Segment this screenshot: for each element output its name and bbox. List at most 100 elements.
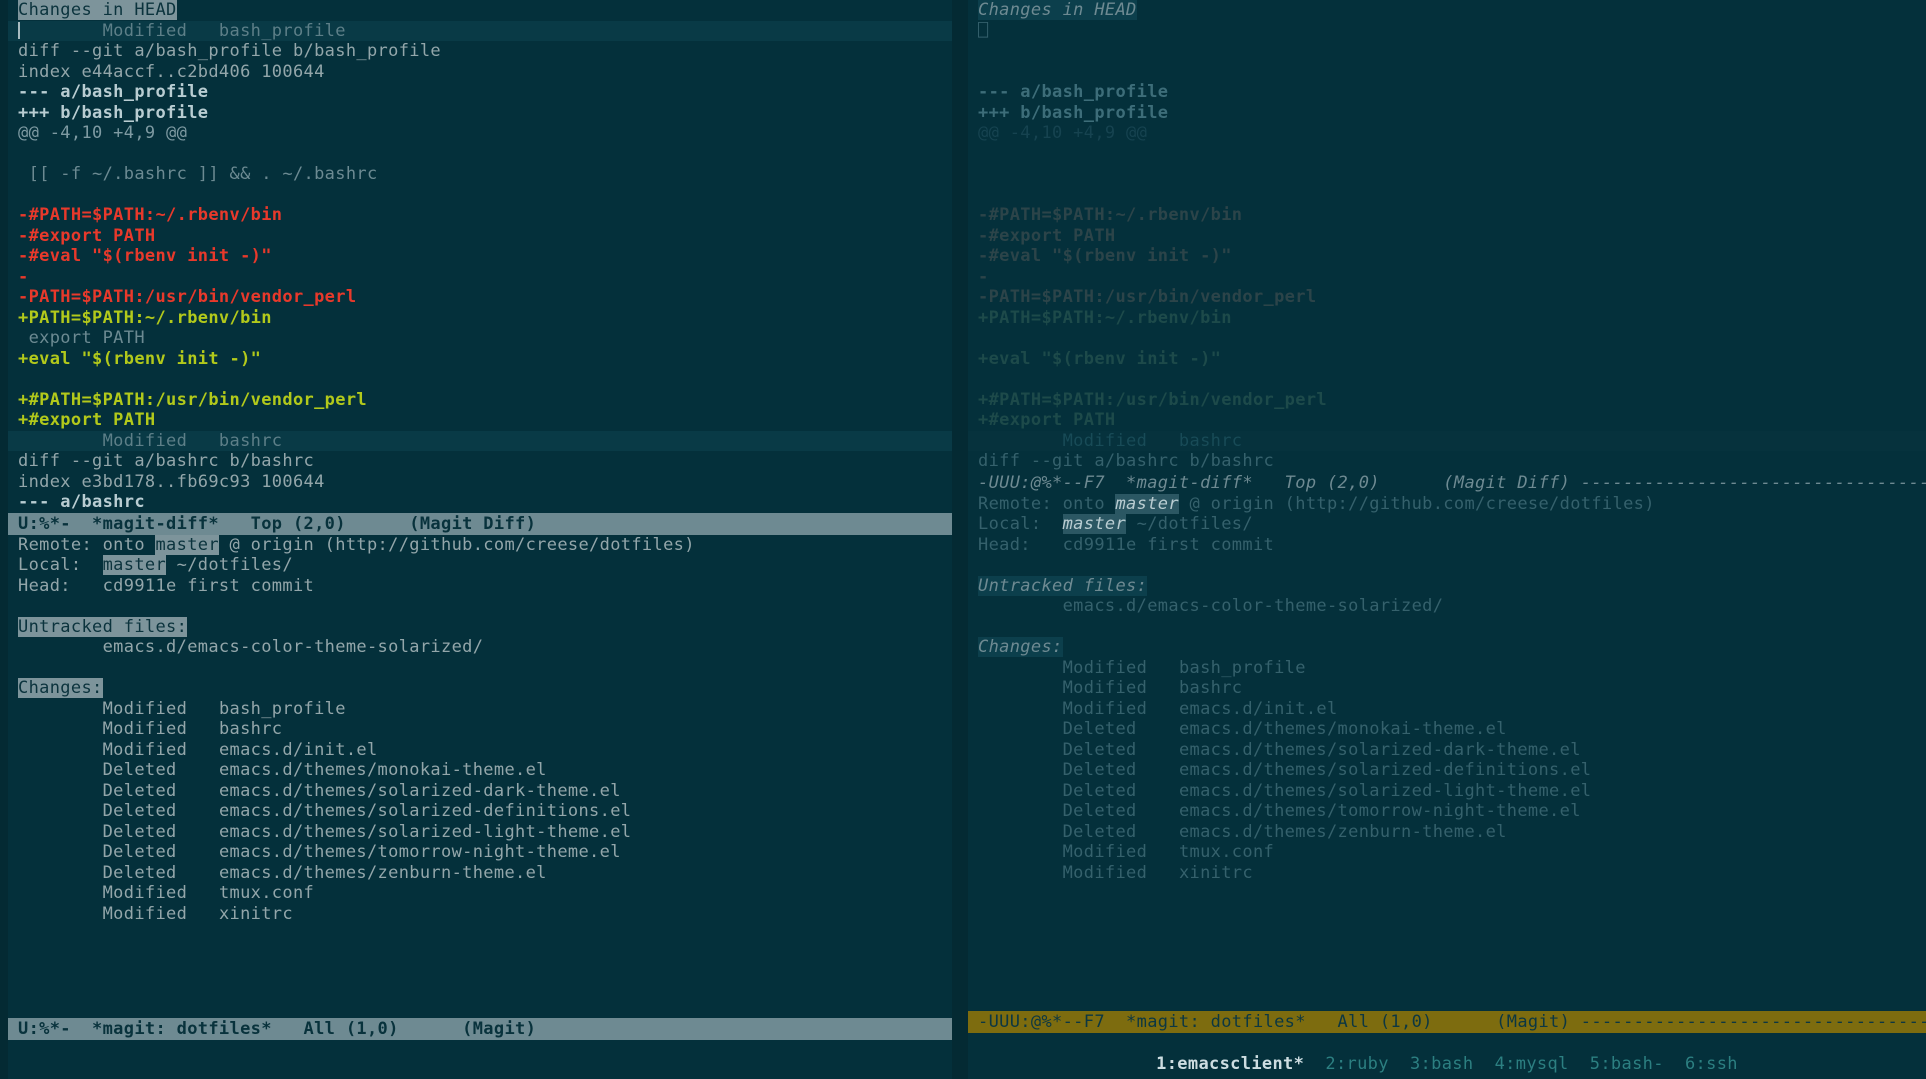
untracked-header-right: Untracked files: xyxy=(968,575,1926,597)
line-text: -#PATH=$PATH:~/.rbenv/bin xyxy=(18,205,283,225)
change-row[interactable]: Modified tmux.conf xyxy=(968,842,1926,863)
change-row[interactable]: Deleted emacs.d/themes/solarized-definit… xyxy=(968,760,1926,781)
modeline-magit-status-left[interactable]: U:%*- *magit: dotfiles* All (1,0) (Magit… xyxy=(8,1018,952,1040)
untracked-file-path: emacs.d/emacs-color-theme-solarized/ xyxy=(18,637,484,657)
diff-section-header: Modified bash_profile xyxy=(8,20,952,41)
change-row[interactable]: Modified emacs.d/init.el xyxy=(8,740,952,761)
untracked-files-left: emacs.d/emacs-color-theme-solarized/ xyxy=(8,637,952,658)
line-text xyxy=(18,144,29,164)
tmux-window-1[interactable]: 1:emacsclient* xyxy=(1156,1054,1304,1074)
tmux-status-bar[interactable]: 1:emacsclient* 2:ruby 3:bash 4:mysql 5:b… xyxy=(968,1050,1926,1079)
line-text: -#eval "$(rbenv init -)" xyxy=(18,246,272,266)
change-path: emacs.d/themes/monokai-theme.el xyxy=(218,760,547,780)
diff-line xyxy=(968,328,1926,349)
change-row[interactable]: Deleted emacs.d/themes/monokai-theme.el xyxy=(968,719,1926,740)
diff-line: --- a/bash_profile xyxy=(968,82,1926,103)
diff-line: +eval "$(rbenv init -)" xyxy=(8,349,952,370)
change-row[interactable]: Modified emacs.d/init.el xyxy=(968,699,1926,720)
line-text: -#PATH=$PATH:~/.rbenv/bin xyxy=(978,205,1243,225)
change-row[interactable]: Modified bashrc xyxy=(968,678,1926,699)
branch-name[interactable]: master xyxy=(155,534,219,555)
tmux-window-5[interactable]: 5:bash- xyxy=(1590,1054,1664,1074)
magit-status-buffer-left[interactable]: Remote: onto master @ origin (http://git… xyxy=(8,534,952,925)
tmux-window-4[interactable]: 4:mysql xyxy=(1495,1054,1569,1074)
emacs-pane-inactive[interactable]: Changes in HEAD ⎕ --- a/bash_profile +++ … xyxy=(968,0,1926,1079)
pane-divider xyxy=(952,0,968,1079)
branch-name[interactable]: master xyxy=(102,555,167,575)
modeline-dashes: ----------------------------------------… xyxy=(1580,472,1926,493)
magit-diff-buffer-right[interactable]: Changes in HEAD ⎕ --- a/bash_profile +++ … xyxy=(968,0,1926,472)
line-text: +++ b/bash_profile xyxy=(18,102,209,123)
diff-line: - xyxy=(8,267,952,288)
repo-info-label: Local: xyxy=(978,514,1063,534)
change-row[interactable]: Deleted emacs.d/themes/tomorrow-night-th… xyxy=(8,842,952,863)
diff-line xyxy=(968,185,1926,206)
untracked-file-row[interactable]: emacs.d/emacs-color-theme-solarized/ xyxy=(8,637,952,658)
emacs-pane-active[interactable]: Changes in HEAD Modified bash_profile dif… xyxy=(8,0,952,1079)
tmux-window-separator xyxy=(1389,1054,1410,1074)
branch-name[interactable]: master xyxy=(1115,493,1179,514)
change-path: bashrc xyxy=(218,719,283,739)
change-row[interactable]: Deleted emacs.d/themes/solarized-definit… xyxy=(8,801,952,822)
branch-name[interactable]: master xyxy=(1062,514,1127,534)
diff-line xyxy=(968,41,1926,62)
change-path: emacs.d/themes/solarized-dark-theme.el xyxy=(218,780,621,801)
repo-info-left: Remote: onto master @ origin (http://git… xyxy=(8,534,952,597)
change-row[interactable]: Deleted emacs.d/themes/tomorrow-night-th… xyxy=(968,801,1926,822)
untracked-header-left: Untracked files: xyxy=(8,616,952,638)
tmux-window-6[interactable]: 6:ssh xyxy=(1685,1054,1738,1074)
repo-info-suffix: ~/dotfiles/ xyxy=(166,555,293,575)
diff-line: diff --git a/bashrc b/bashrc xyxy=(8,451,952,472)
diff-line: -#eval "$(rbenv init -)" xyxy=(968,246,1926,267)
diff-line xyxy=(8,369,952,390)
diff-line: -#export PATH xyxy=(8,226,952,247)
change-status: Modified xyxy=(18,883,219,903)
change-row[interactable]: Modified tmux.conf xyxy=(8,883,952,904)
tmux-window-separator xyxy=(1569,1054,1590,1074)
diff-line xyxy=(8,185,952,206)
modeline-magit-status-right[interactable]: -UUU:@%*--F7 *magit: dotfiles* All (1,0)… xyxy=(968,1011,1926,1033)
untracked-file-row[interactable]: emacs.d/emacs-color-theme-solarized/ xyxy=(968,596,1926,617)
change-row[interactable]: Deleted emacs.d/themes/solarized-dark-th… xyxy=(8,781,952,802)
change-path: bash_profile xyxy=(1178,657,1306,678)
change-row[interactable]: Deleted emacs.d/themes/solarized-light-t… xyxy=(8,822,952,843)
change-row[interactable]: Deleted emacs.d/themes/solarized-light-t… xyxy=(968,781,1926,802)
repo-info-suffix: cd9911e first commit xyxy=(1062,534,1275,555)
change-path: emacs.d/themes/zenburn-theme.el xyxy=(218,862,547,883)
magit-diff-buffer-left[interactable]: Changes in HEAD Modified bash_profile dif… xyxy=(8,0,952,513)
change-row[interactable]: Modified bashrc xyxy=(8,719,952,740)
terminal-screen: Changes in HEAD Modified bash_profile dif… xyxy=(0,0,1926,1079)
change-path: emacs.d/themes/solarized-light-theme.el xyxy=(218,821,632,842)
change-row[interactable]: Deleted emacs.d/themes/zenburn-theme.el xyxy=(8,863,952,884)
magit-status-buffer-right[interactable]: Remote: onto master @ origin (http://git… xyxy=(968,493,1926,884)
repo-info-row: Local: master ~/dotfiles/ xyxy=(968,514,1926,535)
screen-left-margin xyxy=(0,0,8,1079)
line-text xyxy=(978,185,989,205)
line-text: - xyxy=(18,266,29,287)
line-text: +++ b/bash_profile xyxy=(978,102,1169,123)
line-text: +eval "$(rbenv init -)" xyxy=(978,348,1222,369)
changes-header-text: Changes: xyxy=(18,678,103,698)
change-row[interactable]: Deleted emacs.d/themes/zenburn-theme.el xyxy=(968,822,1926,843)
change-row[interactable]: Modified bash_profile xyxy=(968,658,1926,679)
modeline-magit-diff-left[interactable]: U:%*- *magit-diff* Top (2,0) (Magit Diff… xyxy=(8,512,952,535)
changes-header-text: Changes: xyxy=(978,637,1063,657)
modeline-magit-diff-right[interactable]: -UUU:@%*--F7 *magit-diff* Top (2,0) (Mag… xyxy=(968,471,1926,494)
change-path: emacs.d/themes/zenburn-theme.el xyxy=(1178,821,1507,842)
change-row[interactable]: Modified bash_profile xyxy=(8,699,952,720)
tmux-window-3[interactable]: 3:bash xyxy=(1410,1054,1473,1074)
repo-info-suffix: ~/dotfiles/ xyxy=(1126,514,1253,534)
diff-line: export PATH xyxy=(8,328,952,349)
change-row[interactable]: Deleted emacs.d/themes/solarized-dark-th… xyxy=(968,740,1926,761)
diff-line xyxy=(968,62,1926,83)
change-row[interactable]: Modified xinitrc xyxy=(968,863,1926,884)
changes-header-right: Changes: xyxy=(968,637,1926,658)
change-row[interactable]: Deleted emacs.d/themes/monokai-theme.el xyxy=(8,760,952,781)
tmux-window-2[interactable]: 2:ruby xyxy=(1325,1054,1388,1074)
diff-line: -PATH=$PATH:/usr/bin/vendor_perl xyxy=(8,287,952,308)
line-text: Modified bashrc xyxy=(18,430,283,451)
diff-line: index e44accf..c2bd406 100644 xyxy=(8,62,952,83)
change-row[interactable]: Modified xinitrc xyxy=(8,904,952,925)
line-text: +eval "$(rbenv init -)" xyxy=(18,348,262,369)
